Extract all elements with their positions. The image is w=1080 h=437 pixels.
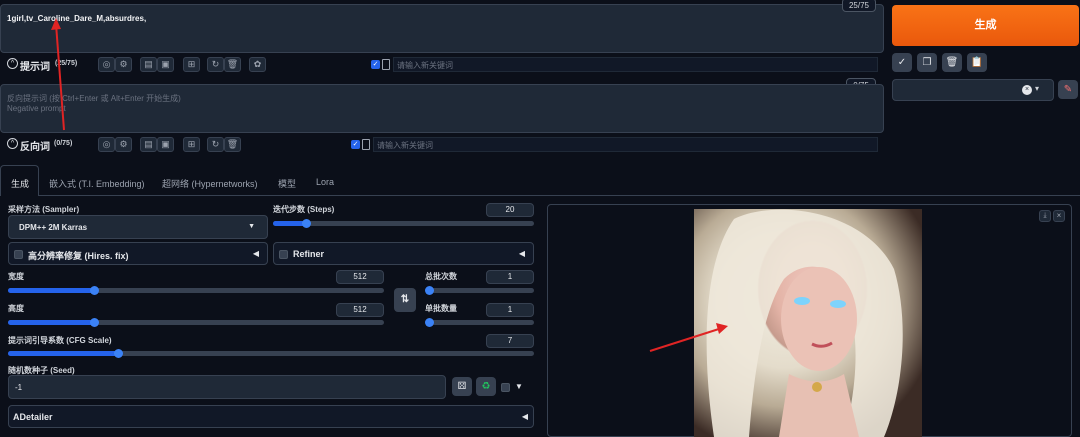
batch-size-input[interactable]: 1 — [486, 303, 534, 317]
tab-embedding[interactable]: 嵌入式 (T.I. Embedding) — [49, 177, 145, 190]
recycle-icon[interactable]: ♻ — [476, 377, 496, 396]
expand-icon: ◀ — [521, 412, 528, 421]
adetailer-row[interactable]: ADetailer ◀ — [8, 405, 534, 428]
styles-dropdown[interactable]: × ▾ — [892, 79, 1054, 101]
expand-icon: ◀ — [252, 249, 259, 258]
batch-count-label: 总批次数 — [425, 272, 457, 281]
refiner-row[interactable]: Refiner ◀ — [273, 242, 534, 265]
keyword-checkbox[interactable]: ✓ — [371, 60, 380, 69]
tab-label: 生成 — [11, 179, 30, 189]
sampler-dropdown[interactable]: DPM++ 2M Karras ▼ — [8, 215, 268, 239]
close-icon[interactable]: × — [1053, 210, 1065, 222]
keyword-input-placeholder: 请输入新关键词 — [397, 61, 453, 70]
keyword-input[interactable]: 请输入新关键词 — [373, 137, 878, 152]
refiner-checkbox[interactable] — [279, 250, 288, 259]
refiner-label: Refiner — [293, 249, 325, 259]
sampler-value: DPM++ 2M Karras — [19, 223, 88, 232]
portrait-illustration — [706, 209, 903, 437]
cfg-slider[interactable] — [8, 348, 534, 358]
prompt-toolbar: ^ 提示词 (25/75) ◎ ⚙ ▤ ▣ ⊞ ↻ 🗑 ✿ ✓ 请输入新关键词 — [0, 56, 884, 74]
negative-placeholder-line2: Negative prompt — [7, 104, 66, 113]
width-label: 宽度 — [8, 272, 24, 281]
tab-hypernetworks[interactable]: 超网络 (Hypernetworks) — [162, 177, 258, 190]
collapse-icon[interactable]: ^ — [7, 58, 18, 69]
prompt-label-counter: (25/75) — [55, 60, 78, 67]
tab-models[interactable]: 模型 — [278, 177, 296, 190]
grid-icon[interactable]: ⊞ — [183, 57, 200, 72]
batch-count-slider[interactable] — [424, 285, 534, 295]
adetailer-label: ADetailer — [13, 412, 53, 422]
output-panel: ⤓ × — [547, 204, 1072, 437]
negative-prompt-textarea[interactable]: 反向提示词 (按 Ctrl+Enter 或 Alt+Enter 开始生成) Ne… — [0, 84, 884, 133]
expand-down-icon[interactable]: ▼ — [515, 382, 523, 391]
save-icon[interactable]: ▣ — [157, 57, 174, 72]
seed-value: -1 — [15, 383, 23, 392]
grid-icon[interactable]: ⊞ — [183, 137, 200, 152]
download-icon[interactable]: ⤓ — [1039, 210, 1051, 222]
negative-placeholder-line1: 反向提示词 (按 Ctrl+Enter 或 Alt+Enter 开始生成) — [7, 94, 181, 103]
tab-generate-active[interactable]: 生成 — [0, 165, 39, 196]
trash-icon[interactable]: 🗑 — [942, 53, 962, 72]
prompt-token-counter: 25/75 — [842, 0, 876, 12]
batch-count-input[interactable]: 1 — [486, 270, 534, 284]
negative-toolbar: ^ 反向词 (0/75) ◎ ⚙ ▤ ▣ ⊞ ↻ 🗑 ✓ 请输入新关键词 — [0, 136, 884, 154]
prompt-textarea[interactable]: 1girl,tv_Caroline_Dare_M,absurdres, — [0, 4, 884, 53]
globe-icon[interactable]: ◎ — [98, 57, 115, 72]
copy-icon[interactable]: ❐ — [917, 53, 937, 72]
save-icon[interactable]: ▣ — [157, 137, 174, 152]
generated-image[interactable] — [694, 209, 922, 437]
prompt-label: 提示词 — [20, 62, 50, 73]
height-input[interactable]: 512 — [336, 303, 384, 317]
brush-icon[interactable]: ✎ — [1058, 80, 1078, 99]
negative-label: 反向词 — [20, 142, 50, 153]
clear-icon[interactable]: × — [1022, 85, 1032, 95]
document-icon[interactable]: ▤ — [140, 57, 157, 72]
height-slider[interactable] — [8, 317, 384, 327]
trash-icon[interactable]: 🗑 — [224, 57, 241, 72]
collapse-icon[interactable]: ^ — [7, 138, 18, 149]
gear-icon[interactable]: ⚙ — [115, 57, 132, 72]
expand-icon: ◀ — [518, 249, 525, 258]
cfg-input[interactable]: 7 — [486, 334, 534, 348]
seed-input[interactable]: -1 — [8, 375, 446, 399]
chevron-down-icon: ▼ — [248, 223, 255, 230]
trash-icon[interactable]: 🗑 — [224, 137, 241, 152]
hires-fix-checkbox[interactable] — [14, 250, 23, 259]
width-input[interactable]: 512 — [336, 270, 384, 284]
keyword-checkbox[interactable]: ✓ — [351, 140, 360, 149]
steps-input[interactable]: 20 — [486, 203, 534, 217]
refresh-icon[interactable]: ↻ — [207, 137, 224, 152]
tab-lora[interactable]: Lora — [316, 177, 334, 187]
keyword-input-placeholder: 请输入新关键词 — [377, 141, 433, 150]
document-icon[interactable]: ▤ — [140, 137, 157, 152]
prompt-text: 1girl,tv_Caroline_Dare_M,absurdres, — [7, 14, 147, 23]
gear-icon[interactable]: ⚙ — [115, 137, 132, 152]
clipboard-icon[interactable]: 📋 — [967, 53, 987, 72]
height-label: 高度 — [8, 304, 24, 313]
negative-label-counter: (0/75) — [54, 140, 73, 147]
dice-icon[interactable]: ⚄ — [452, 377, 472, 396]
batch-size-slider[interactable] — [424, 317, 534, 327]
width-slider[interactable] — [8, 285, 384, 295]
swap-dimensions-button[interactable]: ⇅ — [394, 288, 416, 312]
chevron-down-icon: ▾ — [1035, 84, 1040, 93]
cfg-label: 提示词引导系数 (CFG Scale) — [8, 336, 112, 345]
keyword-toggle-icon[interactable] — [362, 139, 370, 150]
refresh-icon[interactable]: ↻ — [207, 57, 224, 72]
keyword-toggle-icon[interactable] — [382, 59, 390, 70]
hires-fix-label: 高分辨率修复 (Hires. fix) — [28, 251, 129, 261]
keyword-input[interactable]: 请输入新关键词 — [393, 57, 878, 72]
sampler-label: 采样方法 (Sampler) — [8, 205, 80, 214]
steps-label: 迭代步数 (Steps) — [273, 205, 335, 214]
extra-seed-checkbox[interactable] — [501, 383, 510, 392]
settings-icon[interactable]: ✿ — [249, 57, 266, 72]
tab-bar-line — [0, 195, 1080, 196]
generate-button[interactable]: 生成 — [892, 5, 1079, 46]
steps-slider[interactable] — [273, 218, 534, 228]
apply-style-icon[interactable]: ✓ — [892, 53, 912, 72]
batch-size-label: 单批数量 — [425, 304, 457, 313]
globe-icon[interactable]: ◎ — [98, 137, 115, 152]
hires-fix-row[interactable]: 高分辨率修复 (Hires. fix) ◀ — [8, 242, 268, 265]
